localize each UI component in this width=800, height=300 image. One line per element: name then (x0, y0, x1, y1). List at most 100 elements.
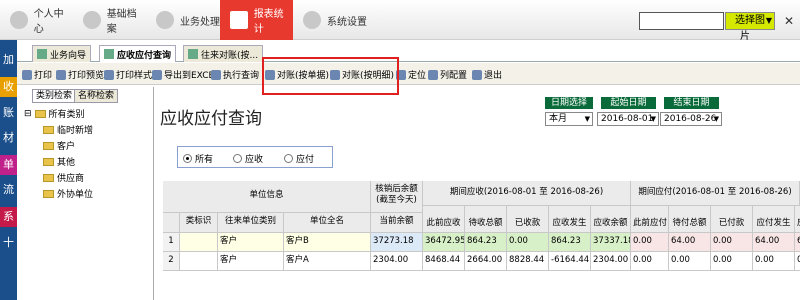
left-shortcut-bar: 加 收 账 材 单 流 系 十 (0, 40, 17, 300)
table-cell: 64.00 (753, 233, 795, 252)
table-cell: -6164.44 (549, 252, 591, 271)
tree-node[interactable]: 临时新增 (43, 123, 93, 136)
locate-button[interactable]: 定位 (396, 67, 426, 82)
column-header[interactable]: 应收余额 (591, 206, 631, 233)
table-cell: 0.00 (631, 252, 669, 271)
style-icon (104, 69, 114, 80)
exit-button[interactable]: 退出 (472, 67, 502, 82)
filter-radio-group: 所有 应收 应付 (177, 146, 333, 168)
shortcut-item[interactable]: 收 (0, 77, 17, 97)
start-date-field[interactable]: 2016-08-01 ▼ (597, 112, 659, 126)
column-header[interactable]: 此前应收 (423, 206, 465, 233)
radio-receivable[interactable]: 应收 (233, 152, 263, 165)
shortcut-item[interactable]: 十 (0, 233, 17, 253)
column-header[interactable]: 当前余额 (371, 213, 423, 233)
chevron-down-icon[interactable]: ▼ (763, 12, 775, 30)
query-icon (104, 49, 114, 59)
tree-node[interactable]: 其他 (43, 155, 75, 168)
data-grid[interactable]: 单位信息 核销后余额 (截至今天) 期间应收(2016-08-01 至 2016… (163, 181, 800, 300)
column-header[interactable]: 应付发生 (753, 206, 795, 233)
export-excel-button[interactable]: 导出到EXCEL (152, 67, 219, 82)
header-period-payable: 期间应付(2016-08-01 至 2016-08-26) (631, 181, 800, 206)
tab-reconciliation[interactable]: 往来对账(按... (183, 45, 264, 62)
table-cell: 0.00 (711, 233, 753, 252)
folder-icon (43, 157, 54, 166)
category-tree-panel: 类别检索 名称检索 ⊟ 所有类别 临时新增 客户 其他 供应商 外协单位 (17, 87, 154, 300)
print-button[interactable]: 打印 (22, 67, 52, 82)
column-header[interactable]: 单位全名 (284, 213, 371, 233)
date-select-label: 日期选择 (545, 97, 593, 109)
tree-node[interactable]: 客户 (43, 139, 75, 152)
table-cell: 客户 (218, 252, 284, 271)
columns-icon (428, 69, 438, 80)
table-cell: 64.00 (669, 233, 711, 252)
column-header[interactable]: 已付款 (711, 206, 753, 233)
header-balance-after-writeoff: 核销后余额 (截至今天) (371, 181, 423, 213)
tab-name-search[interactable]: 名称检索 (74, 89, 119, 103)
nav-basic-archive[interactable]: 基础档案 (73, 0, 146, 40)
table-cell: 2304.00 (591, 252, 631, 271)
table-cell: 0 (795, 252, 800, 271)
shortcut-item[interactable]: 流 (0, 180, 17, 200)
table-cell: 客户 (218, 233, 284, 252)
page-title: 应收应付查询 (160, 109, 262, 129)
shortcut-item[interactable]: 材 (0, 128, 17, 148)
nav-report-stats[interactable]: 报表统计 (220, 0, 293, 40)
tab-receivable-payable-query[interactable]: 应收应付查询 (99, 45, 177, 62)
column-header[interactable]: 类标识 (180, 213, 218, 233)
row-indicator-header (163, 213, 180, 233)
table-cell: 6 (795, 233, 800, 252)
chevron-down-icon: ▼ (650, 115, 656, 123)
column-header[interactable]: 待收总额 (465, 206, 507, 233)
column-header[interactable]: 应收发生 (549, 206, 591, 233)
tab-category-search[interactable]: 类别检索 (32, 89, 77, 103)
shortcut-item[interactable]: 单 (0, 155, 17, 175)
nav-personal-center[interactable]: 个人中心 (0, 0, 73, 40)
table-cell: 36472.95 (423, 233, 465, 252)
table-cell: 2664.00 (465, 252, 507, 271)
print-style-button[interactable]: 打印样式 (104, 67, 152, 82)
folder-icon (43, 125, 54, 134)
tree-node[interactable]: 供应商 (43, 171, 84, 184)
table-cell: 0.00 (753, 252, 795, 271)
shortcut-item[interactable]: 账 (0, 103, 17, 123)
tree-node-all[interactable]: ⊟ 所有类别 (24, 107, 85, 121)
table-cell: 0.00 (711, 252, 753, 271)
column-header[interactable]: 应 (795, 206, 800, 233)
column-header[interactable]: 此前应付 (631, 206, 669, 233)
column-header[interactable]: 待付总额 (669, 206, 711, 233)
search-input[interactable] (639, 12, 724, 30)
folder-icon (43, 141, 54, 150)
shortcut-item[interactable]: 加 (0, 50, 17, 70)
column-header[interactable]: 往来单位类别 (218, 213, 284, 233)
column-config-button[interactable]: 列配置 (428, 67, 467, 82)
end-date-label: 结束日期 (664, 97, 719, 109)
radio-payable[interactable]: 应付 (284, 152, 314, 165)
end-date-field[interactable]: 2016-08-26 ▼ (660, 112, 722, 126)
highlight-box (262, 57, 399, 95)
close-icon[interactable]: ✕ (782, 12, 796, 30)
reconcile-icon (188, 49, 198, 59)
user-icon (10, 11, 28, 29)
nav-business[interactable]: 业务处理 (146, 0, 220, 40)
chevron-down-icon: ▼ (584, 115, 590, 123)
table-cell: 8828.44 (507, 252, 549, 271)
print-preview-button[interactable]: 打印预览 (56, 67, 104, 82)
table-cell: 2304.00 (371, 252, 423, 271)
table-cell: 864.23 (549, 233, 591, 252)
nav-system-settings[interactable]: 系统设置 (293, 0, 373, 40)
table-cell: 8468.44 (423, 252, 465, 271)
table-cell: 0.00 (669, 252, 711, 271)
search-icon (211, 69, 221, 80)
date-range-select[interactable]: 本月 ▼ (545, 112, 593, 126)
document-tabs: 业务向导 应收应付查询 往来对账(按... (17, 43, 800, 62)
table-cell: 0.00 (631, 233, 669, 252)
table-cell: 37337.18 (591, 233, 631, 252)
column-header[interactable]: 已收款 (507, 206, 549, 233)
radio-all[interactable]: 所有 (183, 152, 213, 165)
execute-query-button[interactable]: 执行查询 (211, 67, 259, 82)
shortcut-item[interactable]: 系 (0, 207, 17, 227)
tree-node[interactable]: 外协单位 (43, 187, 93, 200)
preview-icon (56, 69, 66, 80)
tab-business-guide[interactable]: 业务向导 (32, 45, 92, 62)
